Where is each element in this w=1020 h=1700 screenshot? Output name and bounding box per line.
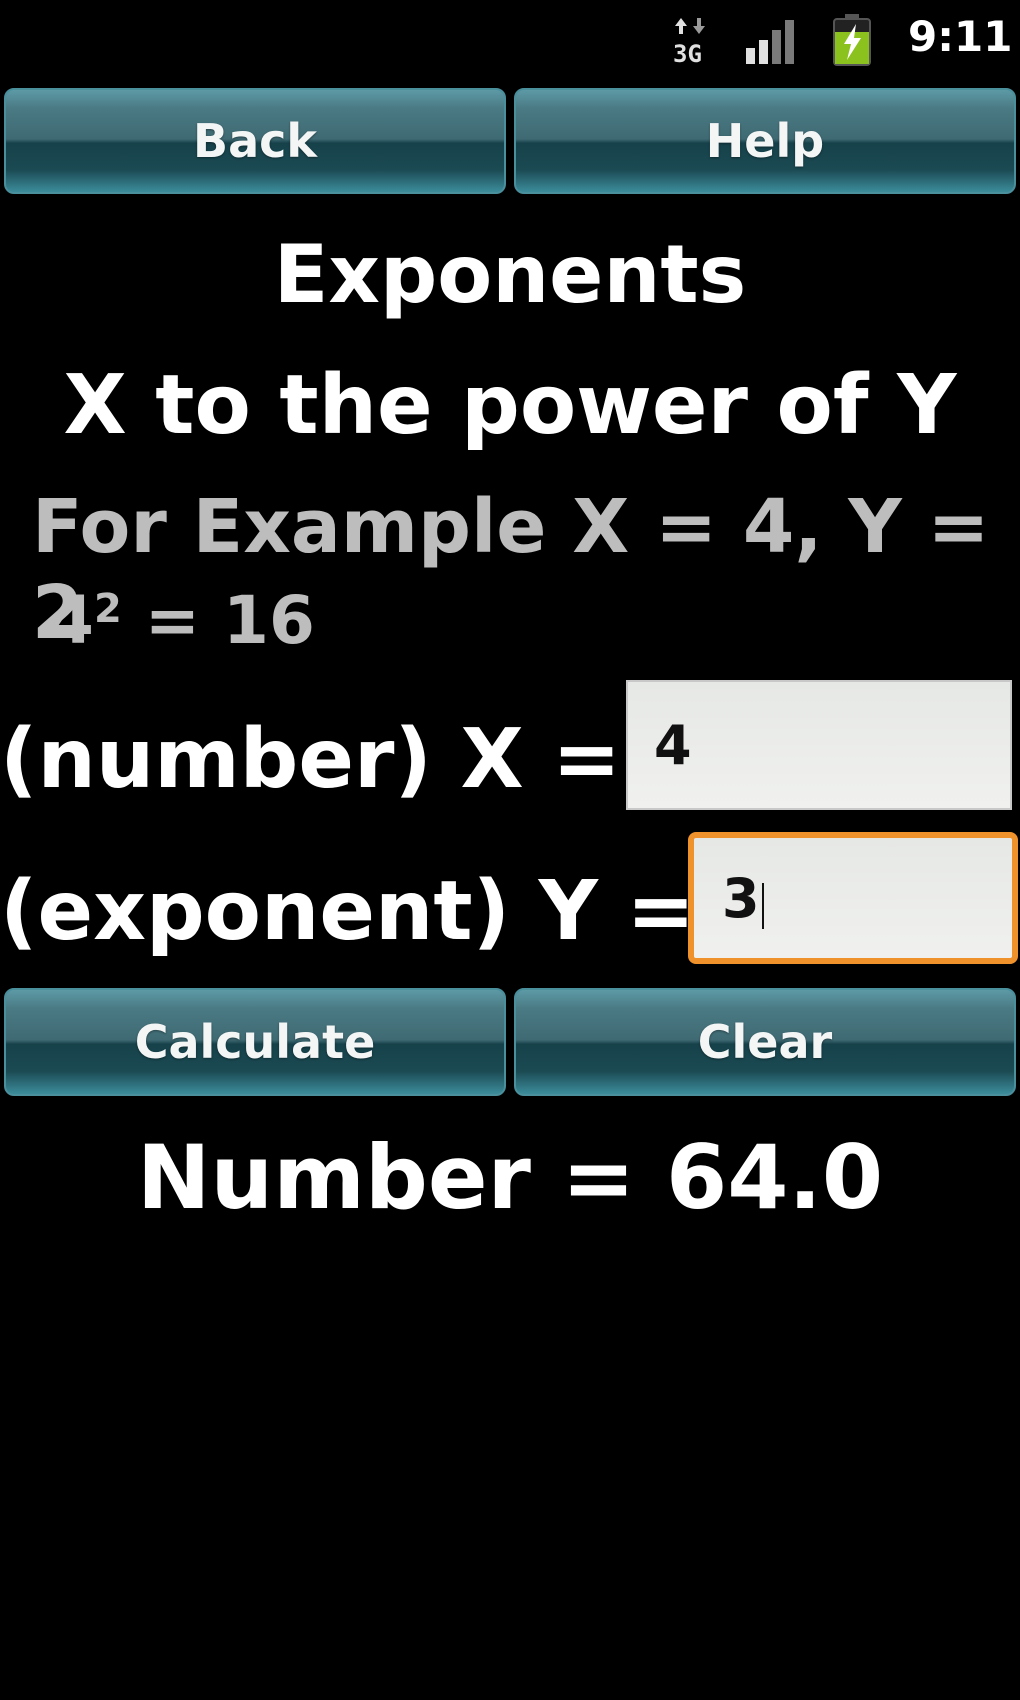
y-exponent-input[interactable]: 3: [688, 832, 1018, 964]
page-title: Exponents: [273, 228, 747, 321]
example-base: 4: [48, 582, 94, 659]
page-subtitle: X to the power of Y: [63, 358, 957, 453]
clear-button[interactable]: Clear: [514, 988, 1016, 1096]
back-button-label: Back: [193, 114, 317, 168]
clock-time: 9:11: [908, 12, 1013, 61]
example-result: = 16: [121, 582, 315, 659]
text-cursor: [761, 883, 764, 929]
calculate-button-label: Calculate: [134, 1015, 376, 1069]
help-button-label: Help: [705, 114, 825, 168]
x-input-value: 4: [654, 713, 692, 777]
data-3g-icon: 3G: [673, 18, 705, 66]
help-button[interactable]: Help: [514, 88, 1016, 194]
clear-button-label: Clear: [697, 1015, 833, 1069]
battery-charging-icon: [833, 14, 871, 66]
x-number-input[interactable]: 4: [626, 680, 1012, 810]
result-text: Number = 64.0: [136, 1126, 884, 1229]
y-label: (exponent) Y =: [0, 864, 696, 959]
y-input-value: 3: [722, 866, 760, 930]
status-bar: 3G 9:11: [0, 0, 1020, 82]
svg-text:3G: 3G: [673, 40, 702, 66]
example-equation: 42 = 16: [48, 582, 315, 659]
example-exponent: 2: [93, 586, 122, 632]
x-label: (number) X =: [0, 712, 621, 807]
back-button[interactable]: Back: [4, 88, 506, 194]
calculate-button[interactable]: Calculate: [4, 988, 506, 1096]
signal-strength-icon: [746, 20, 794, 64]
